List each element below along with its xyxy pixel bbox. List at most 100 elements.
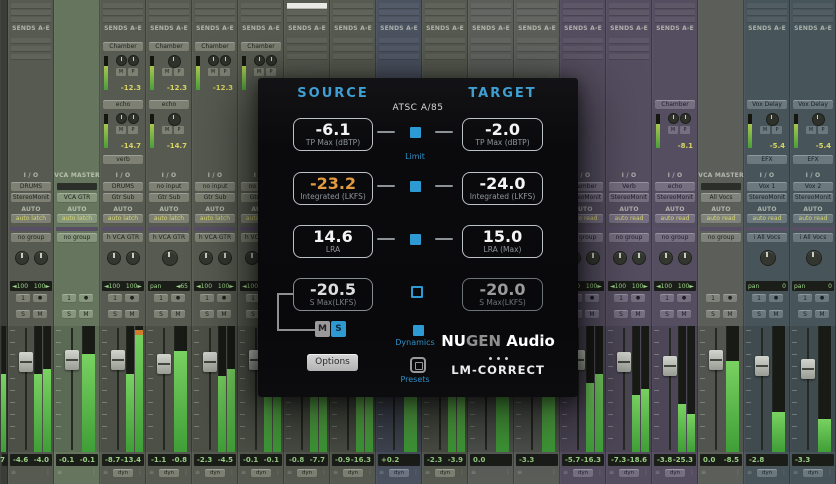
send-slot[interactable] (287, 54, 327, 60)
insert-slot[interactable] (655, 3, 695, 9)
fader-track[interactable] (807, 328, 809, 450)
integrated-link-toggle[interactable] (409, 180, 421, 192)
insert-slot[interactable] (517, 10, 557, 16)
mute-button[interactable]: M (585, 310, 599, 319)
send-button[interactable]: EFX (747, 155, 787, 165)
send-knob[interactable] (220, 55, 231, 66)
insert-slot[interactable] (241, 10, 281, 16)
insert-slot[interactable] (609, 17, 649, 23)
insert-slot[interactable] (149, 10, 189, 16)
input-monitor-button[interactable]: ● (79, 294, 93, 303)
input-button[interactable]: echo (655, 182, 695, 192)
fader-track[interactable] (209, 328, 211, 450)
send-slot[interactable] (563, 54, 603, 60)
input-button[interactable]: Vox 2 (793, 182, 833, 192)
send-knob[interactable] (116, 55, 127, 66)
send-knob[interactable] (128, 113, 139, 124)
group-button[interactable]: no group (57, 233, 97, 243)
group-button[interactable]: no group (609, 233, 649, 243)
insert-slot[interactable] (195, 17, 235, 23)
insert-slot[interactable] (563, 10, 603, 16)
preset-name[interactable]: ATSC A/85 (368, 103, 468, 113)
solo-button[interactable]: S (108, 310, 122, 319)
send-knob[interactable] (680, 113, 691, 124)
solo-button[interactable]: S (200, 310, 214, 319)
fader-track[interactable] (163, 328, 165, 450)
send-mute-chip[interactable]: M (254, 68, 264, 76)
send-slot[interactable] (563, 38, 603, 44)
send-knob[interactable] (254, 55, 265, 66)
auto-mode-button[interactable]: auto latch (11, 214, 51, 224)
pan-knob[interactable] (15, 251, 29, 265)
send-pan-chip[interactable]: P (174, 68, 184, 76)
group-button[interactable]: h VCA GTR (195, 233, 235, 243)
s-channel-button[interactable]: S (331, 321, 346, 337)
send-slot[interactable] (379, 38, 419, 44)
insert-slot[interactable] (103, 17, 143, 23)
send-mute-chip[interactable]: M (668, 126, 678, 134)
auto-mode-button[interactable]: auto read (747, 214, 787, 224)
dyn-button[interactable]: dyn (573, 469, 593, 478)
insert-slot[interactable] (563, 3, 603, 9)
fader-track[interactable] (623, 328, 625, 450)
insert-slot[interactable] (11, 17, 51, 23)
send-mute-chip[interactable]: M (116, 126, 126, 134)
send-slot[interactable] (11, 46, 51, 52)
input-monitor-button[interactable]: ● (125, 294, 139, 303)
presets-button[interactable] (410, 357, 426, 373)
record-button[interactable]: 1 (660, 294, 674, 303)
record-button[interactable]: 1 (108, 294, 122, 303)
output-button[interactable]: All Vocs (701, 193, 741, 203)
fader-cap[interactable] (755, 355, 769, 376)
insert-slot[interactable] (379, 10, 419, 16)
send-button[interactable]: Vox Delay (793, 100, 833, 110)
pan-knob[interactable] (806, 250, 822, 266)
send-knob[interactable] (128, 55, 139, 66)
fader-cap[interactable] (663, 355, 677, 376)
mute-button[interactable]: M (723, 310, 737, 319)
auto-mode-button[interactable]: auto read (701, 214, 741, 224)
source-smax-display[interactable]: -20.5 S Max(LKFS) (293, 278, 373, 311)
send-slot[interactable] (609, 54, 649, 60)
send-button[interactable]: Chamber (241, 42, 281, 52)
insert-slot[interactable] (103, 3, 143, 9)
send-button[interactable]: EFX (793, 155, 833, 165)
pan-knob[interactable] (162, 250, 178, 266)
record-button[interactable]: 1 (62, 294, 76, 303)
send-slot[interactable] (333, 54, 373, 60)
send-mute-chip[interactable]: M (162, 126, 172, 134)
pan-knob[interactable] (218, 251, 232, 265)
input-button[interactable]: no input (149, 182, 189, 192)
insert-slot[interactable] (425, 17, 465, 23)
limit-link-toggle[interactable] (409, 126, 421, 138)
insert-slot[interactable] (287, 17, 327, 23)
insert-slot[interactable] (287, 10, 327, 16)
send-pan-chip[interactable]: P (266, 68, 276, 76)
pan-knob[interactable] (34, 251, 48, 265)
fader-track[interactable] (255, 328, 257, 450)
insert-slot[interactable] (793, 17, 833, 23)
send-button[interactable]: Chamber (149, 42, 189, 52)
send-button[interactable]: Vox Delay (747, 100, 787, 110)
output-button[interactable]: Gtr Sub (195, 193, 235, 203)
send-button[interactable]: Chamber (103, 42, 143, 52)
send-slot[interactable] (609, 38, 649, 44)
solo-button[interactable]: S (62, 310, 76, 319)
insert-slot[interactable] (609, 10, 649, 16)
fader-cap[interactable] (203, 352, 217, 373)
smax-link-toggle[interactable] (410, 286, 423, 298)
record-button[interactable]: 1 (16, 294, 30, 303)
lra-link-toggle[interactable] (409, 233, 421, 245)
pan-knob[interactable] (586, 251, 600, 265)
output-button[interactable]: StereoMonit (609, 193, 649, 203)
insert-slot[interactable] (149, 17, 189, 23)
insert-slot[interactable] (195, 3, 235, 9)
send-pan-chip[interactable]: P (818, 126, 828, 134)
fader-cap[interactable] (801, 358, 815, 379)
insert-slot[interactable] (333, 17, 373, 23)
send-button[interactable]: verb (103, 155, 143, 165)
mute-button[interactable]: M (815, 310, 829, 319)
auto-mode-button[interactable]: auto latch (103, 214, 143, 224)
input-monitor-button[interactable]: ● (769, 294, 783, 303)
insert-slot[interactable] (609, 3, 649, 9)
